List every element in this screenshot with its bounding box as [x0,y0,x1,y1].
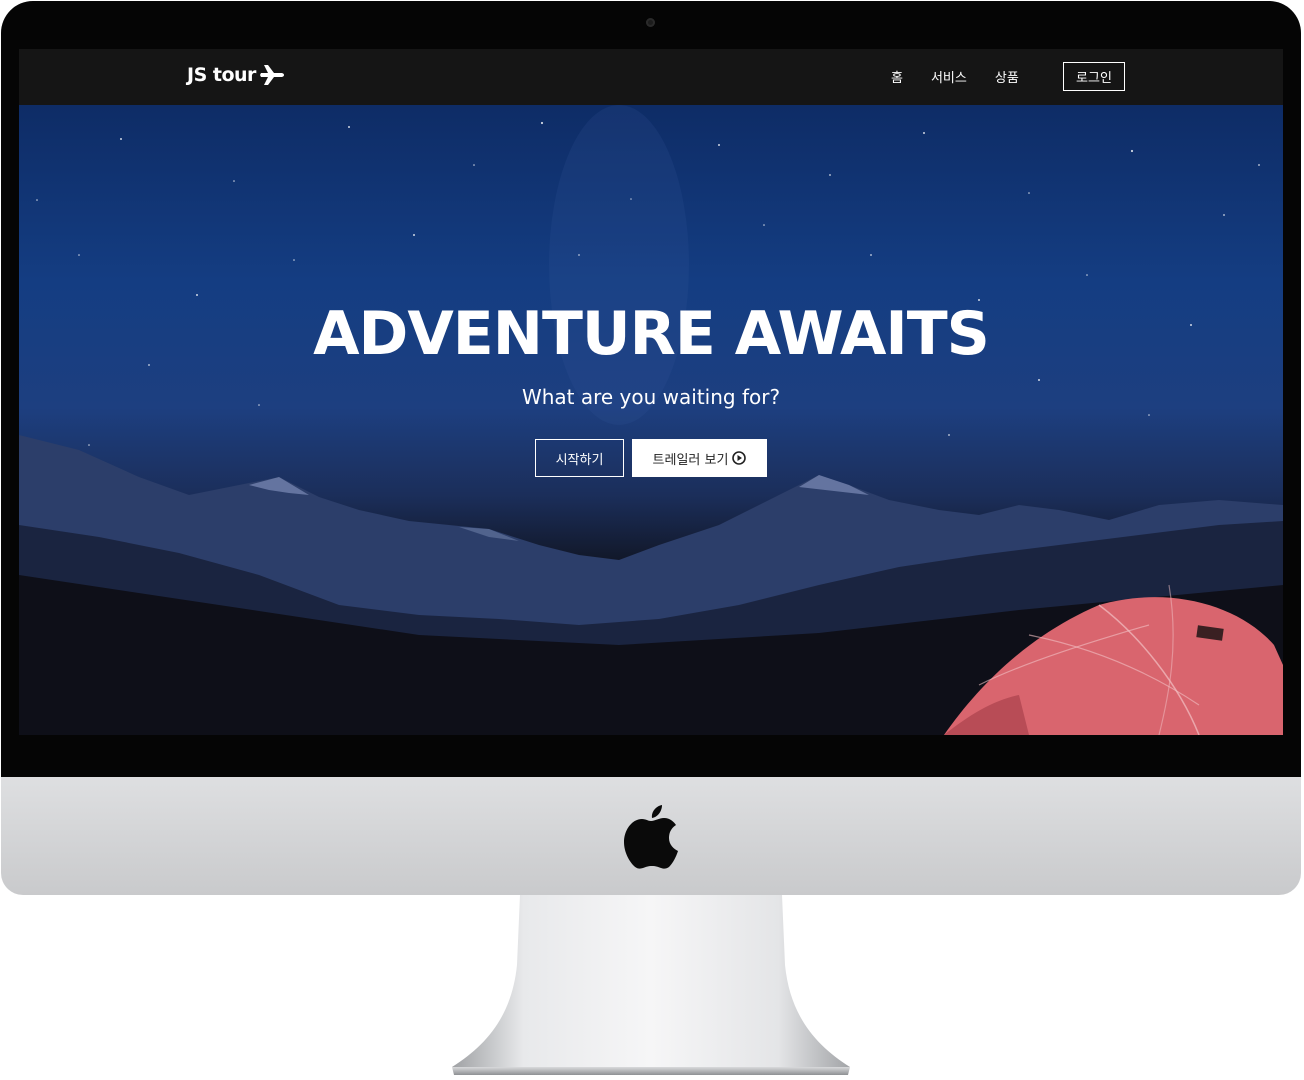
hero-section: ADVENTURE AWAITS What are you waiting fo… [19,105,1283,735]
play-circle-icon [732,451,747,465]
login-button[interactable]: 로그인 [1063,62,1125,91]
brand-logo[interactable]: JS tour [187,64,284,86]
airplane-icon [259,65,284,85]
nav-link-products[interactable]: 상품 [995,67,1019,86]
start-button[interactable]: 시작하기 [535,439,624,477]
hero-title: ADVENTURE AWAITS [313,299,990,369]
apple-logo-icon [624,805,678,869]
hero-subtitle: What are you waiting for? [521,385,781,409]
nav-links: 홈 서비스 상품 [891,67,1047,86]
monitor-stand [452,895,850,1075]
watch-trailer-label: 트레일러 보기 [652,452,729,468]
watch-trailer-button[interactable]: 트레일러 보기 [632,439,767,477]
monitor: JS tour 홈 서비스 상품 로그인 ADVENTURE AWAITS Wh… [0,0,1304,1080]
nav-link-services[interactable]: 서비스 [931,67,967,86]
monitor-chin [1,777,1301,895]
screen: JS tour 홈 서비스 상품 로그인 ADVENTURE AWAITS Wh… [19,49,1283,735]
nav-link-home[interactable]: 홈 [891,67,903,86]
hero-background-image [19,105,1283,735]
brand-text: JS tour [187,64,256,86]
camera-icon [646,18,655,27]
navbar: JS tour 홈 서비스 상품 로그인 [19,49,1283,105]
